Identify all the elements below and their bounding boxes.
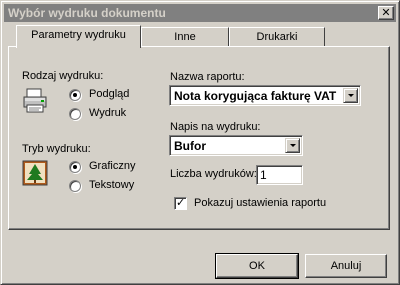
title-bar[interactable]: Wybór wydruku dokumentu ✕ <box>4 4 396 22</box>
report-name-value: Nota korygująca fakturę VAT <box>174 89 337 103</box>
show-settings-label[interactable]: Pokazuj ustawienia raportu <box>194 197 326 209</box>
tree-picture-icon <box>22 160 48 186</box>
report-name-label: Nazwa raportu: <box>170 71 245 83</box>
tab-inne[interactable]: Inne <box>141 27 229 47</box>
report-name-combo[interactable]: Nota korygująca fakturę VAT <box>169 85 361 106</box>
radio-graficzny[interactable] <box>69 161 81 173</box>
printer-icon <box>22 88 48 113</box>
show-settings-checkbox[interactable]: ✓ <box>174 197 187 210</box>
radio-wydruk-label[interactable]: Wydruk <box>89 107 126 119</box>
radio-tekstowy-label[interactable]: Tekstowy <box>89 179 134 191</box>
copies-value: 1 <box>260 168 267 182</box>
cancel-button[interactable]: Anuluj <box>305 254 387 278</box>
ok-button-label: OK <box>249 260 265 272</box>
print-mode-label: Tryb wydruku: <box>22 143 91 155</box>
copies-label: Liczba wydruków: <box>170 168 257 180</box>
tab-parametry-wydruku[interactable]: Parametry wydruku <box>16 25 141 48</box>
tab-label: Drukarki <box>256 31 298 43</box>
cancel-button-label: Anuluj <box>330 260 362 272</box>
chevron-down-icon[interactable] <box>343 88 358 103</box>
radio-tekstowy[interactable] <box>69 180 81 192</box>
radio-podglad[interactable] <box>69 89 81 101</box>
radio-podglad-label[interactable]: Podgląd <box>89 88 129 100</box>
ok-button[interactable]: OK <box>215 253 299 279</box>
tab-drukarki[interactable]: Drukarki <box>229 27 325 47</box>
print-type-label: Rodzaj wydruku: <box>22 70 104 82</box>
window-title: Wybór wydruku dokumentu <box>8 6 166 20</box>
tab-label: Parametry wydruku <box>31 29 126 41</box>
chevron-down-icon[interactable] <box>285 138 300 153</box>
close-button[interactable]: ✕ <box>378 6 394 20</box>
check-icon: ✓ <box>176 197 186 209</box>
close-icon: ✕ <box>381 7 391 19</box>
copies-input[interactable]: 1 <box>256 165 303 185</box>
print-caption-value: Bufor <box>174 139 206 153</box>
tab-label: Inne <box>174 31 196 43</box>
print-caption-label: Napis na wydruku: <box>170 121 261 133</box>
radio-wydruk[interactable] <box>69 108 81 120</box>
print-caption-combo[interactable]: Bufor <box>169 135 303 156</box>
radio-graficzny-label[interactable]: Graficzny <box>89 160 135 172</box>
